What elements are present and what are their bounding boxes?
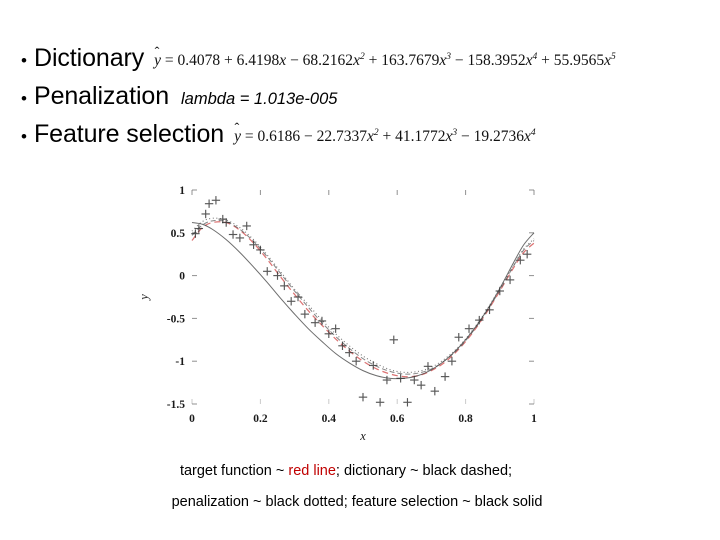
plot-series-layer — [191, 217, 535, 380]
plot-line-penalization — [191, 217, 535, 373]
scatter-marker-plus — [263, 267, 272, 276]
scatter-marker-plus — [440, 372, 450, 381]
penalization-lambda-value: lambda = 1.013e-005 — [181, 90, 338, 108]
plot-line-target-function — [191, 221, 535, 378]
x-tick-label: 0.2 — [253, 413, 268, 425]
scatter-marker-plus — [338, 341, 347, 350]
plot-canvas: -1.5 -1 -0.5 0 0.5 1 0 0.2 0.4 0.6 0.8 1 x y — [137, 185, 537, 440]
axis-tick-marks — [191, 189, 535, 405]
bullet-item-dictionary: • Dictionary y = 0.4078 + 6.4198x − 68.2… — [14, 44, 714, 82]
scatter-marker-plus — [454, 333, 463, 342]
x-tick-label: 0 — [189, 413, 195, 425]
scatter-marker-plus — [403, 398, 412, 407]
equation-dictionary-equals: = — [164, 52, 174, 69]
scatter-marker-plus — [324, 329, 333, 339]
equation-dictionary-lhs: y — [154, 52, 161, 69]
y-tick-label: 1 — [179, 185, 185, 197]
bullet-item-penalization: • Penalization lambda = 1.013e-005 — [14, 82, 714, 120]
equation-feature-selection-equals: = — [244, 128, 254, 145]
equation-dictionary-term-2: − 68.2162x2 — [290, 51, 365, 69]
caption-dictionary-text: ; dictionary ~ black dashed; — [335, 463, 513, 479]
scatter-marker-plus — [389, 335, 398, 344]
equation-dictionary-term-1: + 6.4198x — [224, 52, 287, 69]
equation-feature-selection: y = 0.6186 − 22.7337x2 + 41.1772x3 − 19.… — [234, 128, 536, 146]
equation-feature-selection-term-0: 0.6186 — [257, 128, 301, 145]
y-axis-tick-labels: -1.5 -1 -0.5 0 0.5 1 — [167, 185, 185, 411]
bullet-item-feature-selection: • Feature selection y = 0.6186 − 22.7337… — [14, 120, 714, 158]
scatter-points-layer — [191, 196, 532, 407]
equation-feature-selection-lhs: y — [234, 128, 241, 145]
scatter-marker-plus — [300, 309, 310, 319]
equation-feature-selection-term-1: − 22.7337x2 — [303, 127, 379, 145]
scatter-marker-plus — [430, 386, 440, 396]
plot-line-dictionary — [191, 219, 535, 375]
bullet-list: • Dictionary y = 0.4078 + 6.4198x − 68.2… — [14, 44, 714, 158]
y-tick-label: 0.5 — [171, 228, 186, 240]
bullet-marker-icon: • — [21, 89, 27, 108]
y-tick-label: -1 — [175, 356, 185, 368]
caption-red-line-text: red line — [288, 463, 336, 479]
scatter-marker-plus — [345, 348, 354, 357]
y-axis-title: y — [137, 294, 151, 302]
equation-dictionary-term-3: + 163.7679x3 — [368, 51, 451, 69]
x-tick-label: 0.6 — [390, 413, 405, 425]
x-axis-title: x — [359, 429, 366, 440]
scatter-marker-plus — [201, 209, 210, 219]
y-tick-label: 0 — [179, 271, 185, 283]
x-tick-label: 0.8 — [458, 413, 473, 425]
scatter-marker-plus — [280, 281, 289, 291]
x-tick-label: 0.4 — [322, 413, 337, 425]
equation-dictionary-term-0: 0.4078 — [177, 52, 221, 69]
bullet-label-feature-selection: Feature selection — [34, 120, 225, 148]
bullet-label-dictionary: Dictionary — [34, 44, 145, 72]
plot-caption: target function ~ red line; dictionary ~… — [0, 456, 720, 518]
scatter-marker-plus — [249, 240, 258, 249]
bullet-marker-icon: • — [21, 127, 27, 146]
scatter-marker-plus — [516, 255, 525, 265]
caption-line-1: target function ~ red line; dictionary ~… — [0, 456, 720, 487]
caption-target-function-text: target function ~ — [179, 463, 289, 479]
caption-line-2: penalization ~ black dotted; feature sel… — [171, 494, 543, 510]
scatter-marker-plus — [416, 380, 426, 390]
equation-feature-selection-term-2: + 41.1772x3 — [382, 127, 458, 145]
scatter-marker-plus — [358, 392, 368, 402]
y-tick-label: -0.5 — [167, 313, 185, 325]
scatter-marker-plus — [310, 318, 320, 327]
regression-fit-plot: -1.5 -1 -0.5 0 0.5 1 0 0.2 0.4 0.6 0.8 1 x y — [130, 178, 550, 440]
x-axis-tick-labels: 0 0.2 0.4 0.6 0.8 1 — [189, 413, 537, 425]
bullet-label-penalization: Penalization — [34, 82, 170, 110]
x-tick-label: 1 — [531, 413, 537, 425]
equation-feature-selection-term-3: − 19.2736x4 — [461, 127, 536, 145]
plot-line-feature-selection — [191, 222, 535, 380]
scatter-marker-plus — [242, 221, 251, 231]
scatter-marker-plus — [286, 297, 296, 306]
scatter-marker-plus — [317, 316, 327, 326]
y-tick-label: -1.5 — [167, 399, 185, 411]
equation-dictionary: y = 0.4078 + 6.4198x − 68.2162x2 + 163.7… — [154, 52, 616, 70]
equation-dictionary-term-4: − 158.3952x4 — [454, 51, 538, 69]
bullet-marker-icon: • — [21, 51, 27, 70]
equation-dictionary-term-5: + 55.9565x5 — [541, 51, 616, 69]
scatter-marker-plus — [375, 398, 385, 407]
scatter-marker-plus — [331, 324, 340, 333]
